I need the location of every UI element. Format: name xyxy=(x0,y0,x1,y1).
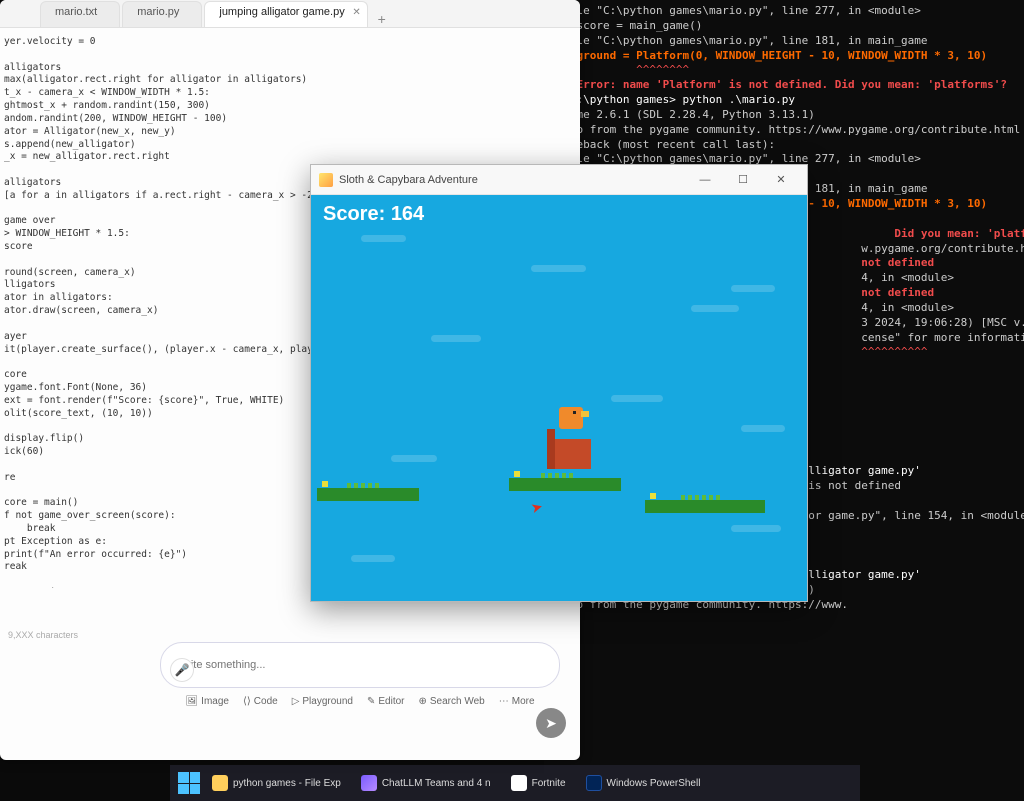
player-sprite xyxy=(547,417,591,469)
alligator-sprite xyxy=(317,483,419,501)
tab-close-icon[interactable]: ✕ xyxy=(352,7,360,18)
score-display: Score: 164 xyxy=(323,203,424,226)
editor-tab-bar: mario.txt mario.py jumping alligator gam… xyxy=(0,0,580,28)
powershell-icon xyxy=(586,775,602,791)
cloud-sprite xyxy=(431,335,481,342)
cloud-sprite xyxy=(611,395,663,402)
maximize-button[interactable]: ☐ xyxy=(725,168,761,192)
tool-code[interactable]: ⟨⟩ Code xyxy=(243,696,278,707)
tool-image[interactable]: 🖼 Image xyxy=(185,696,229,707)
tool-search[interactable]: ⊕ Search Web xyxy=(419,696,485,707)
cloud-sprite xyxy=(351,555,395,562)
editor-tab-jumping-alligator[interactable]: jumping alligator game.py✕ xyxy=(204,1,367,27)
cloud-sprite xyxy=(391,455,437,462)
start-button[interactable] xyxy=(178,772,200,794)
cloud-sprite xyxy=(531,265,586,272)
alligator-sprite xyxy=(509,473,621,491)
cloud-sprite xyxy=(741,425,785,432)
cloud-sprite xyxy=(691,305,739,312)
new-tab-button[interactable]: + xyxy=(370,11,394,27)
cloud-sprite xyxy=(361,235,406,242)
taskbar-item-chatllm[interactable]: ChatLLM Teams and 4 n xyxy=(353,772,499,794)
game-title-text: Sloth & Capybara Adventure xyxy=(339,174,478,186)
tool-more[interactable]: ⋯ More xyxy=(499,696,535,707)
pygame-window[interactable]: Sloth & Capybara Adventure — ☐ ✕ Score: … xyxy=(310,164,808,602)
fortnite-icon xyxy=(511,775,527,791)
tool-editor[interactable]: ✎ Editor xyxy=(367,696,405,707)
game-canvas[interactable]: Score: 164 xyxy=(311,195,807,601)
taskbar-item-explorer[interactable]: python games - File Exp xyxy=(204,772,349,794)
alligator-sprite xyxy=(645,495,765,513)
cursor-icon: ➤ xyxy=(529,498,545,517)
mic-icon[interactable]: 🎤 xyxy=(170,658,194,682)
windows-taskbar[interactable]: python games - File Exp ChatLLM Teams an… xyxy=(170,765,860,801)
pygame-icon xyxy=(319,173,333,187)
game-titlebar[interactable]: Sloth & Capybara Adventure — ☐ ✕ xyxy=(311,165,807,195)
editor-charcount: 9,XXX characters xyxy=(8,630,78,640)
taskbar-item-powershell[interactable]: Windows PowerShell xyxy=(578,772,709,794)
taskbar-item-fortnite[interactable]: Fortnite xyxy=(503,772,574,794)
folder-icon xyxy=(212,775,228,791)
editor-tab-mario-txt[interactable]: mario.txt xyxy=(40,1,120,27)
chat-icon xyxy=(361,775,377,791)
chat-toolbar: 🖼 Image ⟨⟩ Code ▷ Playground ✎ Editor ⊕ … xyxy=(160,696,560,707)
chat-panel: 🎤 🖼 Image ⟨⟩ Code ▷ Playground ✎ Editor … xyxy=(160,642,560,746)
desktop: File "C:\python games\mario.py", line 27… xyxy=(0,0,1024,801)
send-button[interactable]: ➤ xyxy=(536,708,566,738)
minimize-button[interactable]: — xyxy=(687,168,723,192)
cloud-sprite xyxy=(731,285,775,292)
chat-input[interactable] xyxy=(160,642,560,688)
tool-playground[interactable]: ▷ Playground xyxy=(292,696,353,707)
editor-tab-mario-py[interactable]: mario.py xyxy=(122,1,202,27)
close-button[interactable]: ✕ xyxy=(763,168,799,192)
cloud-sprite xyxy=(731,525,781,532)
